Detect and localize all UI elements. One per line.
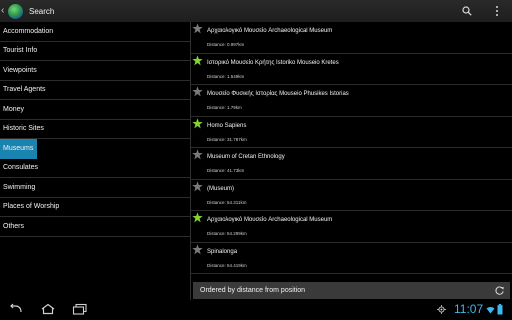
star-icon[interactable] [192, 54, 203, 66]
list-item[interactable]: Museum of Cretan Ethnology Distance: 41.7… [191, 148, 512, 180]
sidebar-item-historic-sites[interactable]: Historic Sites [0, 120, 190, 139]
system-navigation-bar: 11:07 [0, 300, 512, 320]
sidebar-item-places-of-worship[interactable]: Places of Worship [0, 198, 190, 217]
gps-icon [437, 305, 446, 314]
list-item[interactable]: Μουσείο Φυσικής Ιστορίας Mouseio Phusike… [191, 85, 512, 117]
star-icon[interactable] [192, 180, 203, 192]
sidebar-item-museums[interactable]: Museums [0, 139, 37, 159]
result-title: Ιστορικό Μουσείο Κρήτης Istoriko Mouseio… [207, 59, 339, 66]
refresh-icon[interactable] [494, 285, 505, 296]
app-screen: ‹ Search Accommodation Tourist Info Viewpo… [0, 0, 512, 320]
star-icon[interactable] [192, 243, 203, 255]
result-distance: Distance: 0.997km [207, 42, 245, 47]
sidebar-item-others[interactable]: Others [0, 217, 190, 237]
clock: 11:07 [454, 302, 484, 316]
list-item[interactable]: Homo Sapiens Distance: 31.787km [191, 117, 512, 148]
back-nav-icon[interactable] [8, 303, 24, 315]
result-title: Αρχαιολογικό Μουσείο Archaeological Muse… [207, 28, 333, 34]
list-item[interactable]: Αρχαιολογικό Μουσείο Archaeological Muse… [191, 22, 512, 54]
wifi-icon [486, 306, 495, 314]
result-distance: Distance: 54.299km [207, 231, 247, 236]
result-title: Μουσείο Φυσικής Ιστορίας Mouseio Phusike… [207, 91, 349, 97]
result-distance: Distance: 54.311km [207, 199, 247, 205]
globe-app-icon [8, 3, 23, 19]
result-distance: Distance: 54.419km [207, 262, 247, 268]
star-icon[interactable] [192, 149, 203, 160]
sidebar-item-tourist-info[interactable]: Tourist Info [0, 42, 190, 61]
result-title: Αρχαιολογικό Μουσείο Archaeological Muse… [207, 217, 333, 223]
result-distance: Distance: 31.787km [207, 136, 247, 142]
result-title: Homo Sapiens [207, 122, 247, 129]
up-navigation-button[interactable]: ‹ [0, 0, 23, 22]
sidebar-item-swimming[interactable]: Swimming [0, 178, 190, 198]
sidebar-item-consulates[interactable]: Consulates [0, 159, 190, 178]
chevron-left-icon: ‹ [1, 5, 5, 16]
sort-label: Ordered by distance from position [200, 287, 306, 294]
result-title: Spinalonga [207, 248, 238, 255]
sidebar-item-viewpoints[interactable]: Viewpoints [0, 61, 190, 81]
star-icon[interactable] [192, 212, 203, 223]
sidebar-item-accommodation[interactable]: Accommodation [0, 22, 190, 42]
search-button[interactable] [452, 0, 482, 22]
recent-apps-icon[interactable] [72, 303, 88, 315]
page-title: Search [29, 6, 55, 16]
action-bar: ‹ Search [0, 0, 512, 22]
list-item[interactable]: Spinalonga Distance: 54.419km [191, 243, 512, 274]
sidebar-item-money[interactable]: Money [0, 100, 190, 120]
sort-bar: Ordered by distance from position [193, 282, 510, 299]
result-distance: Distance: 1.549km [207, 73, 245, 79]
star-icon[interactable] [192, 23, 203, 34]
category-sidebar: Accommodation Tourist Info Viewpoints Trave… [0, 22, 190, 238]
list-item[interactable]: Ιστορικό Μουσείο Κρήτης Istoriko Mouseio… [191, 54, 512, 85]
star-icon[interactable] [192, 117, 203, 129]
battery-icon [497, 304, 503, 315]
results-list[interactable]: Αρχαιολογικό Μουσείο Archaeological Muse… [191, 22, 512, 280]
result-distance: Distance: 41.73km [207, 168, 245, 173]
sidebar-item-travel-agents[interactable]: Travel Agents [0, 81, 190, 100]
search-icon [462, 6, 472, 16]
overflow-menu-button[interactable] [482, 0, 512, 22]
home-nav-icon[interactable] [40, 303, 56, 315]
result-distance: Distance: 1.79km [207, 105, 242, 110]
result-title: (Museum) [207, 185, 235, 192]
star-icon[interactable] [192, 86, 203, 97]
list-item[interactable]: Αρχαιολογικό Μουσείο Archaeological Muse… [191, 211, 512, 243]
overflow-menu-icon [496, 6, 498, 16]
list-item[interactable]: (Museum) Distance: 54.311km [191, 180, 512, 211]
result-title: Museum of Cretan Ethnology [207, 154, 285, 160]
